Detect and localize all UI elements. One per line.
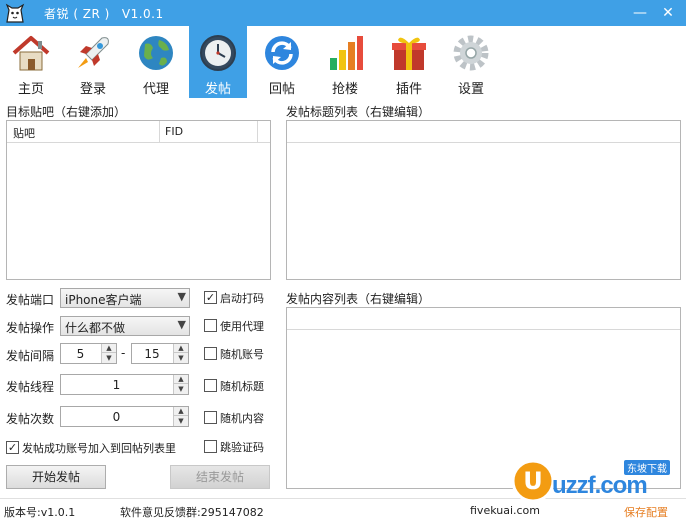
- version-text: 版本号:v1.0.1: [4, 506, 76, 519]
- spin-up-icon[interactable]: ▲: [102, 344, 116, 353]
- tab-home-label: 主页: [17, 82, 44, 97]
- tab-login[interactable]: 登录: [64, 26, 122, 98]
- gear-icon: [453, 35, 489, 71]
- interval-min-spin-buttons: ▲ ▼: [101, 344, 116, 363]
- threads-stepper[interactable]: 1 ▲ ▼: [60, 374, 189, 395]
- post-contents-header: [287, 308, 680, 330]
- port-select-value: iPhone客户端: [65, 293, 142, 307]
- tab-grab-floor-label: 抢楼: [331, 82, 358, 97]
- interval-label: 发帖间隔: [6, 349, 55, 363]
- threads-value: 1: [112, 378, 121, 392]
- count-label: 发帖次数: [6, 412, 55, 426]
- refresh-icon: [265, 36, 299, 70]
- target-forums-header: 贴吧 FID: [7, 121, 270, 143]
- column-header-fid[interactable]: FID: [165, 125, 183, 138]
- target-forums-list[interactable]: 贴吧 FID: [6, 120, 271, 280]
- tab-reply-label: 回帖: [268, 82, 295, 97]
- tab-login-label: 登录: [79, 82, 106, 97]
- port-select[interactable]: iPhone客户端 ▼: [60, 288, 190, 308]
- interval-min-stepper[interactable]: 5 ▲ ▼: [60, 343, 117, 364]
- title-bar: 者锐 ( ZR ) V1.0.1 — ✕: [0, 0, 686, 26]
- operation-select[interactable]: 什么都不做 ▼: [60, 316, 190, 336]
- checkbox-box: [204, 319, 217, 332]
- spin-up-icon[interactable]: ▲: [174, 407, 188, 416]
- random-title-checkbox-label: 随机标题: [220, 380, 264, 393]
- tab-proxy[interactable]: 代理: [127, 26, 185, 98]
- checkbox-box: ✓: [6, 441, 19, 454]
- tab-reply[interactable]: 回帖: [253, 26, 311, 98]
- count-stepper[interactable]: 0 ▲ ▼: [60, 406, 189, 427]
- checkbox-box: ✓: [204, 291, 217, 304]
- post-titles-list[interactable]: [286, 120, 681, 280]
- column-divider: [257, 121, 258, 143]
- post-contents-label: 发帖内容列表（右键编辑）: [286, 292, 431, 306]
- spin-down-icon[interactable]: ▼: [102, 354, 116, 363]
- captcha-checkbox-label: 启动打码: [220, 292, 264, 305]
- port-label: 发帖端口: [6, 293, 55, 307]
- checkbox-box: [204, 347, 217, 360]
- tab-post[interactable]: 发帖: [189, 26, 247, 98]
- checkbox-box: [204, 379, 217, 392]
- globe-icon: [139, 36, 173, 70]
- tab-home[interactable]: 主页: [2, 26, 60, 98]
- count-spin-buttons: ▲ ▼: [173, 407, 188, 426]
- checkbox-box: [204, 411, 217, 424]
- tab-settings-label: 设置: [457, 82, 484, 97]
- random-content-checkbox-label: 随机内容: [220, 412, 264, 425]
- spin-up-icon[interactable]: ▲: [174, 344, 188, 353]
- proxy-checkbox-label: 使用代理: [220, 320, 264, 333]
- post-titles-header: [287, 121, 680, 143]
- svg-text:U: U: [523, 467, 543, 495]
- close-button[interactable]: ✕: [658, 3, 678, 23]
- rocket-icon: [78, 37, 109, 68]
- window-title: 者锐 ( ZR ) V1.0.1: [44, 5, 164, 22]
- operation-label: 发帖操作: [6, 321, 55, 335]
- house-icon: [12, 36, 50, 71]
- tab-settings[interactable]: 设置: [442, 26, 500, 98]
- app-name: 者锐 ( ZR ): [44, 7, 110, 21]
- watermark-brand: uzzf.com: [552, 472, 648, 499]
- threads-spin-buttons: ▲ ▼: [173, 375, 188, 394]
- operation-select-value: 什么都不做: [65, 321, 126, 335]
- tab-grab-floor[interactable]: 抢楼: [316, 26, 374, 98]
- checkbox-box: [204, 440, 217, 453]
- clock-icon: [200, 35, 236, 71]
- tab-post-label: 发帖: [204, 82, 231, 97]
- chevron-down-icon: ▼: [177, 290, 186, 303]
- target-forums-label: 目标贴吧（右键添加）: [6, 105, 127, 119]
- skip-captcha-checkbox-label: 跳验证码: [220, 441, 264, 454]
- interval-max-value: 15: [144, 347, 160, 361]
- add-to-reply-checkbox-label: 发帖成功账号加入到回帖列表里: [22, 442, 176, 455]
- spin-down-icon[interactable]: ▼: [174, 354, 188, 363]
- save-config-link[interactable]: 保存配置: [624, 504, 668, 520]
- bar-chart-icon: [330, 36, 363, 70]
- interval-min-value: 5: [76, 347, 85, 361]
- gift-icon: [392, 37, 426, 70]
- spin-down-icon[interactable]: ▼: [174, 385, 188, 394]
- tab-plugins-label: 插件: [395, 82, 422, 97]
- app-version: V1.0.1: [121, 7, 164, 21]
- column-divider: [159, 121, 160, 143]
- spin-up-icon[interactable]: ▲: [174, 375, 188, 384]
- tab-proxy-label: 代理: [142, 82, 169, 97]
- stop-post-button[interactable]: 结束发帖: [170, 465, 270, 489]
- watermark: U 东坡下载 uzzf.com: [510, 458, 686, 506]
- threads-label: 发帖线程: [6, 380, 55, 394]
- random-account-checkbox-label: 随机账号: [220, 348, 264, 361]
- interval-separator: -: [121, 346, 126, 360]
- post-titles-label: 发帖标题列表（右键编辑）: [286, 105, 431, 119]
- interval-max-stepper[interactable]: 15 ▲ ▼: [131, 343, 189, 364]
- minimize-button[interactable]: —: [630, 3, 650, 23]
- main-toolbar: 主页 登录 代理 发帖 回帖 抢楼 插件 设置: [0, 26, 686, 98]
- column-header-forum[interactable]: 贴吧: [13, 125, 35, 141]
- interval-max-spin-buttons: ▲ ▼: [173, 344, 188, 363]
- spin-down-icon[interactable]: ▼: [174, 417, 188, 426]
- cat-logo-icon: [5, 3, 25, 23]
- tab-plugins[interactable]: 插件: [380, 26, 438, 98]
- watermark-globe-icon: U: [511, 459, 555, 503]
- feedback-text: 软件意见反馈群:295147082: [120, 506, 264, 519]
- chevron-down-icon: ▼: [177, 318, 186, 331]
- start-post-button[interactable]: 开始发帖: [6, 465, 106, 489]
- count-value: 0: [112, 410, 121, 424]
